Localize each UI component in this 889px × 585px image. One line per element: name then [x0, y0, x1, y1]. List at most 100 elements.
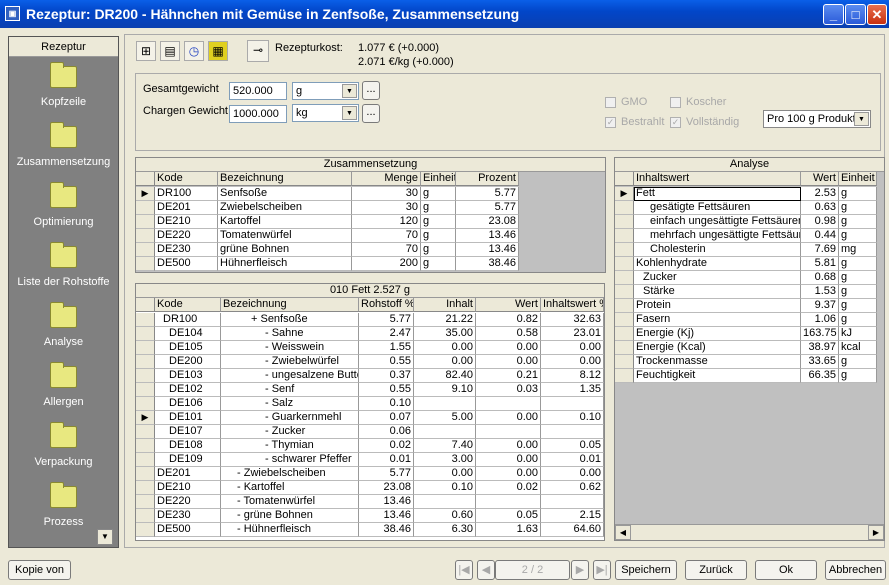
- total-unit-select[interactable]: g ▼: [292, 82, 359, 100]
- total-weight-input[interactable]: 520.000: [229, 82, 287, 100]
- sidebar-item-allergen[interactable]: Allergen: [9, 362, 118, 424]
- row-indicator[interactable]: [136, 355, 155, 369]
- row-indicator[interactable]: [136, 397, 155, 411]
- row-indicator[interactable]: ▶: [136, 187, 155, 201]
- row-indicator[interactable]: [136, 341, 155, 355]
- horizontal-scrollbar[interactable]: ◀ ▶: [615, 524, 884, 540]
- copy-from-button[interactable]: Kopie von: [8, 560, 71, 580]
- batch-browse-button[interactable]: ...: [362, 104, 380, 123]
- next-record-button[interactable]: ▶: [571, 560, 589, 580]
- row-indicator[interactable]: [136, 467, 155, 481]
- koscher-checkbox[interactable]: [670, 97, 681, 108]
- row-indicator[interactable]: [615, 271, 634, 285]
- column-header[interactable]: Prozent: [456, 172, 519, 186]
- table-cell: 13.46: [359, 495, 414, 509]
- table-cell: 0.00: [414, 467, 476, 481]
- row-indicator[interactable]: [136, 425, 155, 439]
- tree-icon[interactable]: ⊞: [136, 41, 156, 61]
- total-browse-button[interactable]: ...: [362, 81, 380, 100]
- bestrahlt-checkbox[interactable]: ✓: [605, 117, 616, 128]
- sidebar-item-zusammensetzung[interactable]: Zusammensetzung: [9, 122, 118, 184]
- column-header[interactable]: Inhalt: [414, 298, 476, 312]
- row-indicator[interactable]: [615, 243, 634, 257]
- batch-unit-select[interactable]: kg ▼: [292, 104, 359, 122]
- row-indicator[interactable]: [136, 257, 155, 271]
- sidebar-item-optimierung[interactable]: Optimierung: [9, 182, 118, 244]
- table-percent-icon[interactable]: ▤: [160, 41, 180, 61]
- row-indicator[interactable]: [615, 229, 634, 243]
- sidebar-item-liste-der-rohstoffe[interactable]: Liste der Rohstoffe: [9, 242, 118, 304]
- column-header[interactable]: Inhaltswert %: [541, 298, 604, 312]
- column-header[interactable]: Kode: [155, 172, 218, 186]
- row-indicator[interactable]: [136, 201, 155, 215]
- sidebar-item-analyse[interactable]: Analyse: [9, 302, 118, 364]
- table-cell: 0.00: [476, 439, 541, 453]
- composition-grid[interactable]: Zusammensetzung Kode Bezeichnung Menge Einhe…: [135, 157, 606, 273]
- column-header[interactable]: Einheit: [839, 172, 877, 186]
- minimize-button[interactable]: _: [823, 4, 844, 25]
- row-indicator[interactable]: [136, 453, 155, 467]
- sidebar-item-kopfzeile[interactable]: Kopfzeile: [9, 62, 118, 124]
- row-indicator[interactable]: [615, 285, 634, 299]
- column-header[interactable]: Rohstoff %: [359, 298, 414, 312]
- row-indicator[interactable]: [136, 383, 155, 397]
- analysis-grid[interactable]: Analyse ◀ ▶ Inhaltswert Wert Einheit ▶ Fett 2…: [614, 157, 885, 541]
- first-record-button[interactable]: |◀: [455, 560, 473, 580]
- row-indicator[interactable]: [615, 299, 634, 313]
- table-cell: 0.00: [476, 355, 541, 369]
- vollstaendig-checkbox[interactable]: ✓: [670, 117, 681, 128]
- column-header[interactable]: Wert: [801, 172, 839, 186]
- column-header[interactable]: Kode: [155, 298, 221, 312]
- row-indicator[interactable]: [136, 229, 155, 243]
- row-indicator[interactable]: [136, 243, 155, 257]
- table-cell: 5.00: [414, 411, 476, 425]
- row-indicator[interactable]: [136, 495, 155, 509]
- sidebar-item-verpackung[interactable]: Verpackung: [9, 422, 118, 484]
- prev-record-button[interactable]: ◀: [477, 560, 495, 580]
- clock-plus-minus-icon[interactable]: ◷: [184, 41, 204, 61]
- maximize-button[interactable]: □: [845, 4, 866, 25]
- table-cell: 0.62: [541, 481, 604, 495]
- row-indicator[interactable]: [136, 523, 155, 537]
- yellow-pattern-icon[interactable]: ▦: [208, 41, 228, 61]
- basis-select[interactable]: Pro 100 g Produkt ▼: [763, 110, 871, 128]
- column-header[interactable]: Einheit: [421, 172, 456, 186]
- row-indicator[interactable]: [615, 215, 634, 229]
- row-indicator[interactable]: [615, 327, 634, 341]
- ok-button[interactable]: Ok: [755, 560, 817, 580]
- row-indicator[interactable]: [136, 509, 155, 523]
- row-indicator[interactable]: [615, 257, 634, 271]
- row-indicator[interactable]: [136, 439, 155, 453]
- close-button[interactable]: ✕: [867, 4, 887, 25]
- row-indicator[interactable]: [615, 355, 634, 369]
- detail-grid[interactable]: 010 Fett 2.527 g Kode Bezeichnung Rohstoff …: [135, 283, 605, 541]
- column-header[interactable]: Inhaltswert: [634, 172, 801, 186]
- batch-weight-input[interactable]: 1000.000: [229, 105, 287, 123]
- pin-icon[interactable]: ⊸: [247, 40, 269, 62]
- last-record-button[interactable]: ▶|: [593, 560, 611, 580]
- scroll-right-button[interactable]: ▶: [868, 525, 884, 540]
- row-indicator[interactable]: ▶: [615, 187, 634, 201]
- row-indicator[interactable]: [136, 369, 155, 383]
- row-indicator[interactable]: ▶: [136, 411, 155, 425]
- row-indicator[interactable]: [136, 215, 155, 229]
- gmo-checkbox[interactable]: [605, 97, 616, 108]
- save-button[interactable]: Speichern: [615, 560, 677, 580]
- scroll-left-button[interactable]: ◀: [615, 525, 631, 540]
- table-cell: DE210: [155, 215, 218, 229]
- column-header[interactable]: Bezeichnung: [218, 172, 352, 186]
- row-indicator[interactable]: [615, 369, 634, 383]
- row-indicator[interactable]: [615, 201, 634, 215]
- column-header[interactable]: Wert: [476, 298, 541, 312]
- row-indicator[interactable]: [615, 341, 634, 355]
- row-indicator[interactable]: [615, 313, 634, 327]
- row-indicator[interactable]: [136, 327, 155, 341]
- back-button[interactable]: Zurück: [685, 560, 747, 580]
- column-header[interactable]: Bezeichnung: [221, 298, 359, 312]
- sidebar-header[interactable]: Rezeptur: [9, 37, 118, 57]
- column-header[interactable]: Menge: [352, 172, 421, 186]
- cancel-button[interactable]: Abbrechen: [825, 560, 886, 580]
- row-indicator[interactable]: [136, 313, 155, 327]
- scroll-down-button[interactable]: ▼: [97, 529, 113, 545]
- row-indicator[interactable]: [136, 481, 155, 495]
